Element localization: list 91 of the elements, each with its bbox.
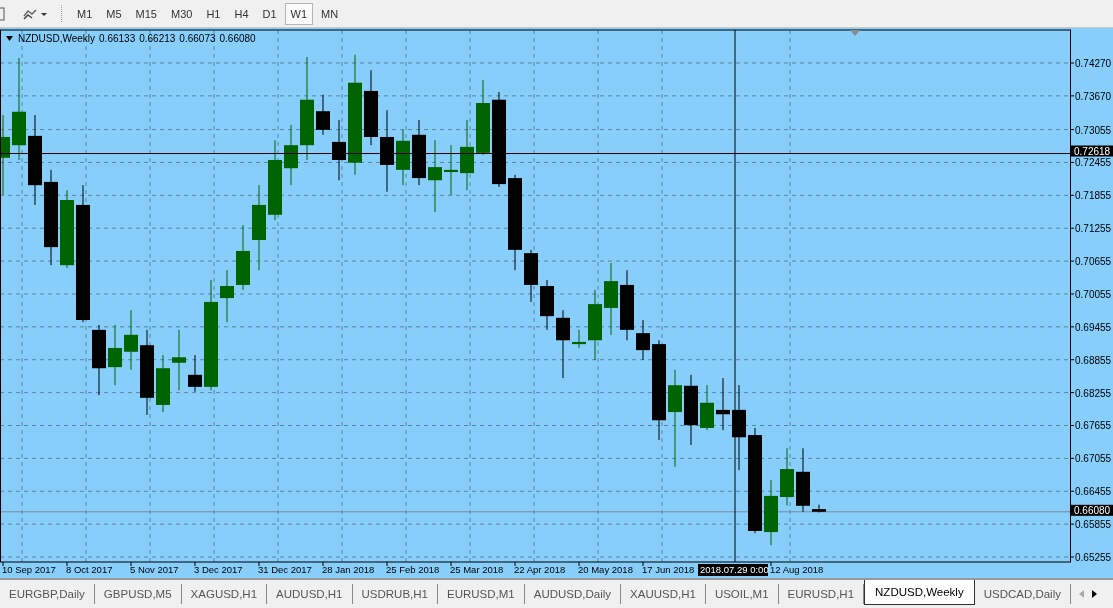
price-axis-label: 0.73670 (1075, 90, 1112, 102)
candlestick (460, 119, 474, 191)
candlestick (556, 309, 570, 379)
price-axis-label: 0.66455 (1075, 486, 1112, 498)
candlestick (444, 144, 458, 196)
timeframe-button[interactable]: M15 (129, 2, 163, 25)
time-axis-label: 5 Nov 2017 (130, 564, 179, 575)
price-axis-label: 0.68255 (1075, 387, 1112, 399)
price-axis-label: 0.73055 (1075, 124, 1112, 136)
price-axis-label: 0.74270 (1075, 58, 1112, 69)
price-axis-label: 0.68855 (1075, 354, 1112, 366)
candlestick (108, 324, 122, 386)
candlestick (396, 129, 410, 186)
candlestick (172, 329, 186, 391)
price-axis-label: 0.71255 (1075, 223, 1112, 235)
candlestick (716, 377, 730, 431)
candlestick (124, 309, 138, 371)
ohlc-value: 0.66073 (179, 33, 216, 44)
time-axis-label: 31 Dec 2017 (258, 564, 312, 575)
time-axis-label: 12 Aug 2018 (770, 564, 824, 575)
candlestick (796, 447, 810, 513)
candlestick (700, 384, 714, 431)
ohlc-value: 0.66133 (99, 33, 136, 44)
chart-icon[interactable] (0, 6, 6, 21)
candlestick (188, 354, 202, 393)
timeframe-button[interactable]: H1 (200, 2, 227, 25)
candles-caret-icon (22, 6, 48, 21)
timeframe-button[interactable]: M1 (71, 2, 99, 25)
chart-tab[interactable]: EURUSD,M1 (438, 584, 525, 604)
time-axis-label: 20 May 2018 (578, 564, 633, 575)
timeframe-button[interactable]: D1 (256, 2, 283, 25)
scroll-right-icon[interactable] (1091, 589, 1099, 599)
timeframe-button[interactable]: H4 (228, 2, 255, 25)
price-axis-label: 0.69455 (1075, 321, 1112, 333)
candlestick (684, 374, 698, 446)
price-axis-label: 0.70055 (1075, 288, 1112, 300)
chart-tab[interactable]: AUDUSD,Daily (524, 584, 622, 604)
candlestick (332, 119, 346, 181)
ohlc-value: 0.66213 (139, 33, 176, 44)
candlestick (588, 289, 602, 361)
candlestick (636, 319, 650, 361)
chart-tab[interactable]: AUDUSD,H1 (267, 584, 353, 604)
dropdown-triangle-icon[interactable] (6, 36, 13, 41)
price-axis-label: 0.72455 (1075, 157, 1112, 169)
candlestick (316, 94, 330, 136)
time-axis-label: 17 Jun 2018 (642, 564, 695, 575)
time-axis-label: 22 Apr 2018 (514, 564, 566, 575)
chart-tab[interactable]: XAUUSD,H1 (621, 584, 706, 604)
candlestick (540, 279, 554, 331)
crosshair-price-label: 0.72618 (1071, 145, 1113, 157)
price-axis-label: 0.67055 (1075, 453, 1112, 465)
candlestick (620, 269, 634, 341)
time-axis-label: 25 Mar 2018 (450, 564, 504, 575)
price-axis-label: 0.65255 (1075, 552, 1112, 563)
scroll-left-icon[interactable] (1077, 589, 1085, 599)
timeframe-button[interactable]: M5 (100, 2, 128, 25)
symbol-title: NZDUSD,Weekly (18, 33, 96, 44)
current-price-label: 0.66080 (1071, 504, 1113, 516)
candlestick (220, 269, 234, 323)
time-axis-label: 28 Jan 2018 (322, 564, 375, 575)
shift-marker-icon[interactable] (850, 30, 860, 36)
price-axis-label: 0.71855 (1075, 190, 1112, 202)
chart-tab[interactable]: GBPUSD,M5 (94, 584, 182, 604)
time-axis-label: 8 Oct 2017 (66, 564, 113, 575)
price-axis-label: 0.67655 (1075, 420, 1112, 432)
candlestick (812, 504, 826, 513)
timeframe-button[interactable]: M30 (164, 2, 199, 25)
chart-tab[interactable]: USDCAD,Daily (974, 584, 1071, 604)
toolbar-grip-icon[interactable] (60, 3, 63, 24)
ohlc-value: 0.66080 (219, 33, 256, 44)
chart-tab[interactable]: XAGUSD,H1 (181, 584, 268, 604)
candlestick (572, 329, 586, 349)
candlestick (780, 447, 794, 506)
price-axis-label: 0.65855 (1075, 519, 1112, 531)
candlestick (236, 224, 250, 291)
candlestick (284, 124, 298, 186)
time-axis-label: 25 Feb 2018 (386, 564, 440, 575)
chart-tab[interactable]: USOIL,M1 (705, 584, 779, 604)
candlestick (92, 324, 106, 396)
chart-tab[interactable]: USDRUB,H1 (352, 584, 438, 604)
timeframe-button[interactable]: W1 (284, 2, 314, 25)
price-axis-label: 0.70655 (1075, 256, 1112, 268)
chart-tab[interactable]: NZDUSD,Weekly (864, 580, 975, 605)
time-axis-label: 3 Dec 2017 (194, 564, 243, 575)
candlestick (156, 354, 170, 413)
candlestick (412, 119, 426, 186)
timeframe-button[interactable]: MN (315, 2, 345, 25)
chart-tab[interactable]: EURGBP,Daily (0, 584, 95, 604)
candlestick (524, 249, 538, 303)
candlestick (764, 479, 778, 546)
time-axis-label: 10 Sep 2017 (2, 564, 56, 575)
